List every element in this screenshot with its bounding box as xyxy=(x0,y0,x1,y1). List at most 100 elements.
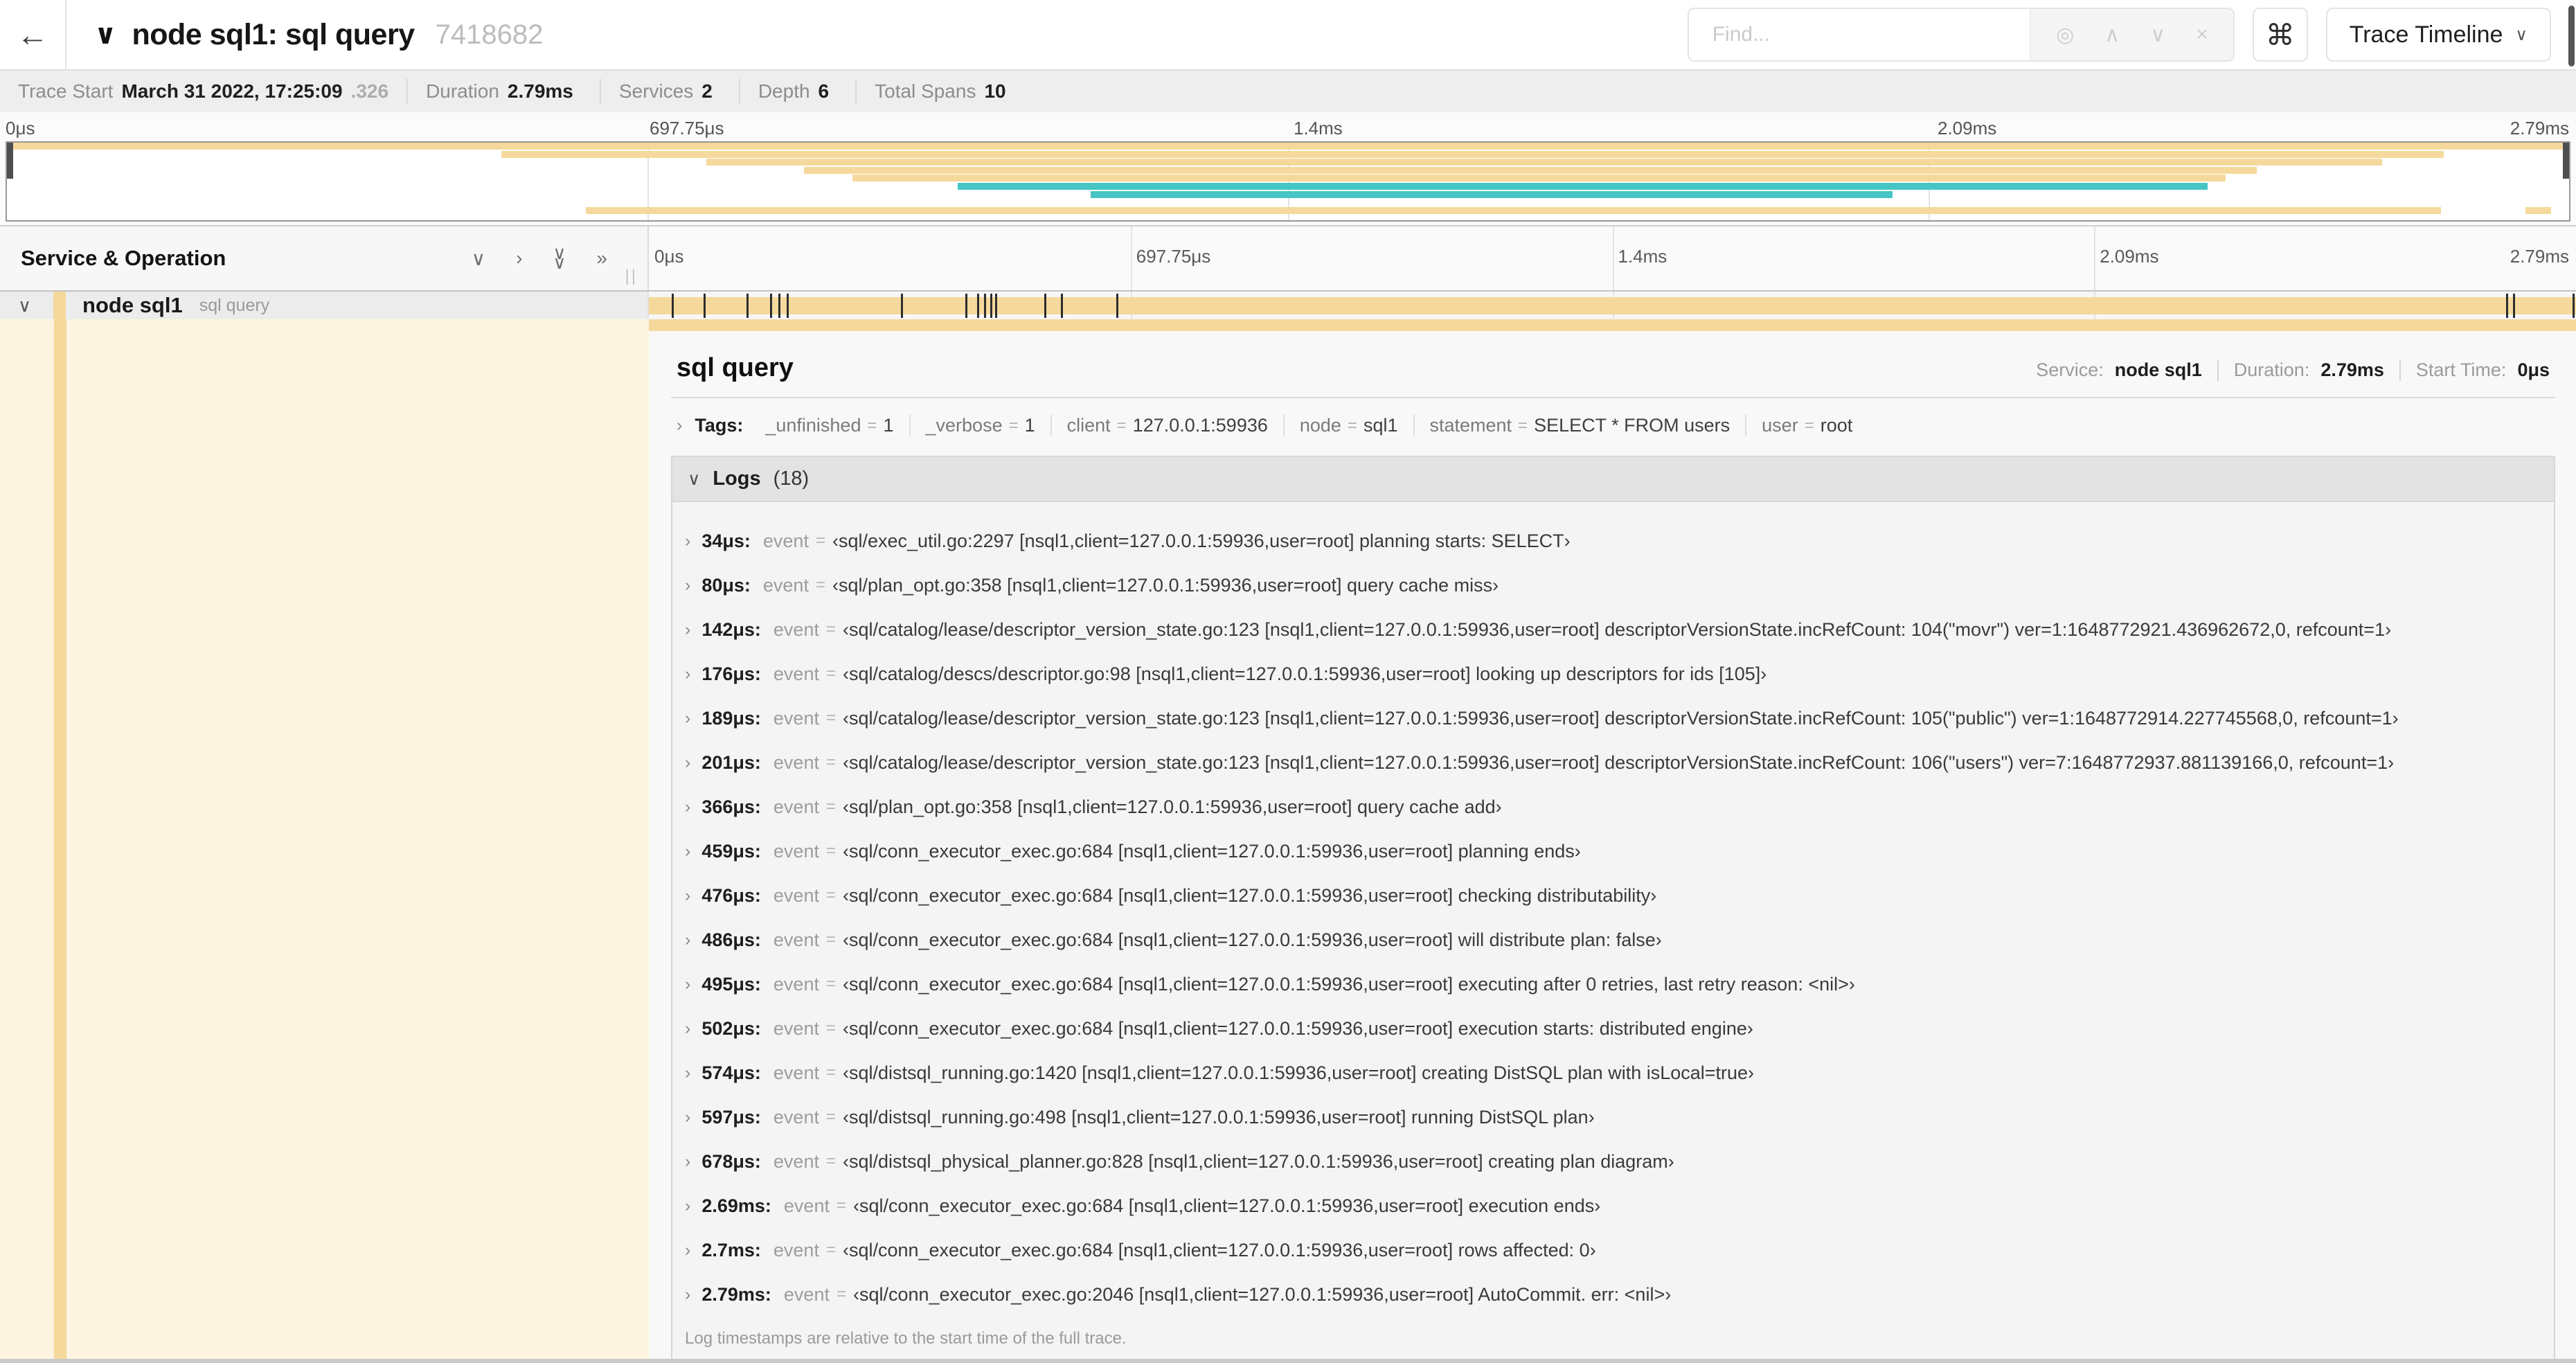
chevron-right-icon: › xyxy=(685,619,691,639)
span-log-tick xyxy=(994,294,997,318)
find-controls: ◎ ∧ ∨ × xyxy=(2030,9,2233,60)
log-row[interactable]: › 476μs: event = ‹sql/conn_executor_exec… xyxy=(685,873,2547,918)
log-field-key: event xyxy=(773,840,819,862)
span-color-strip xyxy=(54,319,66,1363)
find-input[interactable] xyxy=(1688,9,2030,60)
column-resize-grip[interactable]: || xyxy=(625,267,638,286)
minimap-tick-label: 697.75μs xyxy=(650,118,724,139)
span-detail-accent-bar xyxy=(649,319,2576,331)
collapse-one-icon[interactable]: ∨ xyxy=(472,247,486,270)
chevron-right-icon: › xyxy=(685,1107,691,1127)
minimap-canvas[interactable] xyxy=(6,141,2570,222)
equals-sign: = xyxy=(825,620,836,639)
span-detail-header: sql query Service: node sql1 Duration: 2… xyxy=(671,342,2555,398)
timeline-ruler: 0μs 697.75μs 1.4ms 2.09ms 2.79ms xyxy=(649,226,2576,290)
logs-header[interactable]: ∨ Logs (18) xyxy=(672,457,2554,502)
back-button[interactable]: ← xyxy=(0,0,66,69)
chevron-down-icon: ∨ xyxy=(688,469,701,489)
log-timestamp: 597μs: xyxy=(701,1106,761,1128)
log-field-value: ‹sql/catalog/lease/descriptor_version_st… xyxy=(842,707,2399,729)
service-label: Service: xyxy=(2036,359,2104,380)
log-row[interactable]: › 366μs: event = ‹sql/plan_opt.go:358 [n… xyxy=(685,785,2547,829)
trace-collapse-chevron-icon[interactable]: ∨ xyxy=(94,19,116,51)
log-rows: › 34μs: event = ‹sql/exec_util.go:2297 [… xyxy=(672,502,2554,1321)
equals-sign: = xyxy=(825,974,836,993)
span-detail-meta: Service: node sql1 Duration: 2.79ms Star… xyxy=(2036,359,2550,381)
meta-value-suffix: .326 xyxy=(350,80,389,102)
minimap-tick-labels: 0μs 697.75μs 1.4ms 2.09ms 2.79ms xyxy=(0,112,2576,139)
keyboard-shortcuts-button[interactable]: ⌘ xyxy=(2252,8,2308,62)
minimap-span-bar xyxy=(852,175,2226,182)
divider xyxy=(2217,359,2219,381)
log-row[interactable]: › 176μs: event = ‹sql/catalog/descs/desc… xyxy=(685,652,2547,696)
logs-count: (18) xyxy=(773,467,810,490)
log-row[interactable]: › 201μs: event = ‹sql/catalog/lease/desc… xyxy=(685,740,2547,785)
log-timestamp: 574μs: xyxy=(701,1062,761,1083)
back-arrow-icon: ← xyxy=(17,17,48,53)
equals-sign: = xyxy=(825,664,836,683)
service-operation-header: Service & Operation ∨ › ∨ ∨ » || xyxy=(0,226,649,290)
log-row[interactable]: › 142μs: event = ‹sql/catalog/lease/desc… xyxy=(685,607,2547,652)
span-log-tick xyxy=(976,294,979,318)
log-row[interactable]: › 574μs: event = ‹sql/distsql_running.go… xyxy=(685,1051,2547,1095)
chevron-right-icon: › xyxy=(685,1151,691,1171)
log-row[interactable]: › 2.7ms: event = ‹sql/conn_executor_exec… xyxy=(685,1228,2547,1272)
tag-item: client = 127.0.0.1:59936 xyxy=(1050,415,1283,436)
log-timestamp: 502μs: xyxy=(701,1017,761,1039)
find-clear-icon[interactable]: × xyxy=(2196,23,2208,46)
log-row[interactable]: › 189μs: event = ‹sql/catalog/lease/desc… xyxy=(685,696,2547,740)
find-prev-icon[interactable]: ∧ xyxy=(2104,23,2120,47)
log-row[interactable]: › 486μs: event = ‹sql/conn_executor_exec… xyxy=(685,918,2547,962)
log-timestamp: 2.7ms: xyxy=(701,1239,761,1260)
span-row-timeline-cell[interactable] xyxy=(649,292,2576,319)
minimap-tick-label: 2.79ms xyxy=(2510,118,2569,139)
log-field-key: event xyxy=(762,530,809,551)
log-field-key: event xyxy=(773,884,819,906)
log-row[interactable]: › 80μs: event = ‹sql/plan_opt.go:358 [ns… xyxy=(685,563,2547,607)
equals-sign: = xyxy=(815,531,825,550)
window-bottom-edge xyxy=(0,1359,2576,1363)
log-row[interactable]: › 459μs: event = ‹sql/conn_executor_exec… xyxy=(685,829,2547,873)
log-field-value: ‹sql/conn_executor_exec.go:684 [nsql1,cl… xyxy=(852,1195,1601,1216)
collapse-all-icon[interactable]: ∨ ∨ xyxy=(553,244,566,271)
log-row[interactable]: › 34μs: event = ‹sql/exec_util.go:2297 [… xyxy=(685,519,2547,563)
log-row[interactable]: › 2.79ms: event = ‹sql/conn_executor_exe… xyxy=(685,1272,2547,1317)
view-selector-button[interactable]: Trace Timeline ∨ xyxy=(2325,8,2551,62)
log-field-value: ‹sql/catalog/lease/descriptor_version_st… xyxy=(842,751,2395,773)
chevron-right-icon: › xyxy=(685,531,691,551)
chevron-right-icon: › xyxy=(685,1195,691,1215)
minimap-tick-label: 1.4ms xyxy=(1294,118,1343,139)
scrollbar-thumb[interactable] xyxy=(2568,6,2575,66)
divider xyxy=(2399,359,2401,381)
start-time-value: 0μs xyxy=(2517,359,2550,380)
expand-all-icon[interactable]: » xyxy=(596,247,607,269)
log-row[interactable]: › 2.69ms: event = ‹sql/conn_executor_exe… xyxy=(685,1184,2547,1228)
span-duration-bar[interactable] xyxy=(649,297,2576,314)
log-row[interactable]: › 678μs: event = ‹sql/distsql_physical_p… xyxy=(685,1139,2547,1184)
chevron-right-icon: › xyxy=(685,752,691,772)
log-field-value: ‹sql/plan_opt.go:358 [nsql1,client=127.0… xyxy=(842,796,1502,817)
span-row-name-cell[interactable]: ∨ node sql1 sql query xyxy=(0,292,649,319)
span-collapse-chevron-icon[interactable]: ∨ xyxy=(18,295,31,317)
log-row[interactable]: › 495μs: event = ‹sql/conn_executor_exec… xyxy=(685,962,2547,1006)
log-timestamp: 459μs: xyxy=(701,840,761,862)
log-row[interactable]: › 502μs: event = ‹sql/conn_executor_exec… xyxy=(685,1006,2547,1051)
find-next-icon[interactable]: ∨ xyxy=(2150,23,2165,47)
log-field-value: ‹sql/conn_executor_exec.go:684 [nsql1,cl… xyxy=(842,1239,1596,1260)
log-row[interactable]: › 597μs: event = ‹sql/distsql_running.go… xyxy=(685,1095,2547,1139)
span-row[interactable]: ∨ node sql1 sql query xyxy=(0,292,2576,319)
log-field-key: event xyxy=(773,1062,819,1083)
tags-label: Tags: xyxy=(695,415,744,436)
log-field-key: event xyxy=(773,751,819,773)
vertical-scrollbar[interactable] xyxy=(2568,0,2576,1363)
minimap-left-drag-handle[interactable] xyxy=(7,143,13,179)
ruler-tick-label: 1.4ms xyxy=(1618,246,1667,267)
locate-icon[interactable]: ◎ xyxy=(2056,23,2074,47)
tags-row[interactable]: › Tags: _unfinished = 1 _verbose = 1 cli… xyxy=(671,398,2555,452)
ruler-tick-label: 697.75μs xyxy=(1136,246,1211,267)
log-field-key: event xyxy=(783,1283,830,1305)
minimap-span-bar xyxy=(586,206,2441,214)
expand-one-icon[interactable]: › xyxy=(516,247,522,269)
trace-meta-item: Trace Start March 31 2022, 17:25:09 .326 xyxy=(0,79,406,104)
chevron-right-icon: › xyxy=(685,1284,691,1304)
